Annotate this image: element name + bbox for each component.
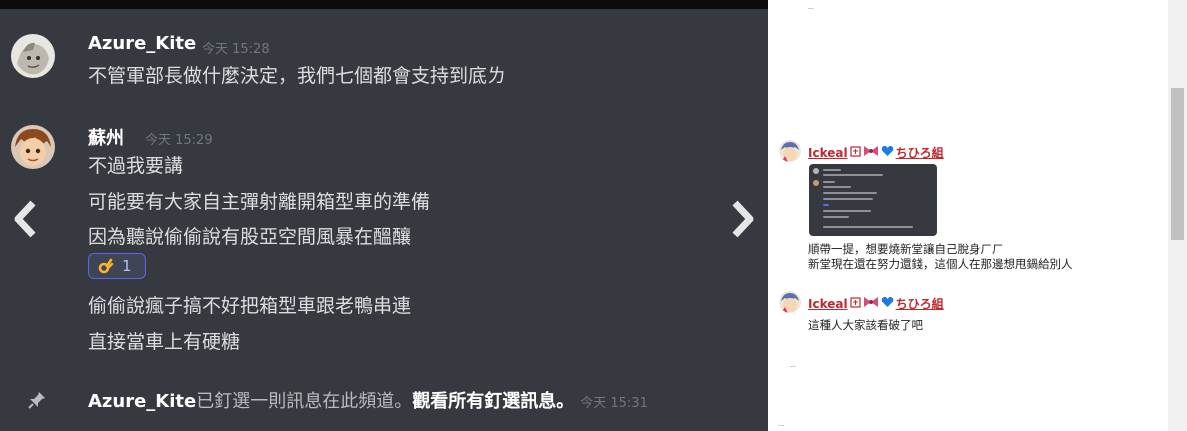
flag-emoji-icon (849, 145, 861, 160)
message-line: 直接當車上有硬糖 (88, 331, 241, 353)
avatar[interactable] (11, 125, 55, 169)
comment-group-name: ちひろ組 (895, 297, 944, 311)
ribbon-icon (863, 145, 879, 160)
scrollbar[interactable] (1168, 0, 1187, 431)
chat-top-border (0, 0, 768, 9)
comment-avatar[interactable] (779, 140, 801, 162)
attached-screenshot-thumbnail[interactable] (809, 164, 937, 236)
blue-heart-icon (881, 296, 894, 311)
message-line: 因為聽說偷偷說有股亞空間風暴在醞釀 (88, 226, 412, 248)
ribbon-icon (863, 296, 879, 311)
ok-hand-icon (98, 258, 114, 274)
previous-arrow[interactable] (10, 199, 40, 243)
divider (778, 425, 784, 426)
chevron-left-icon (10, 200, 40, 243)
comment-text: 新堂現在還在努力還錢，這個人在那邊想甩鍋給別人 (808, 257, 1073, 271)
flag-emoji-icon (849, 296, 861, 311)
chat-panel: Azure_Kite 今天 15:28 不管軍部長做什麼決定，我們七個都會支持到… (0, 0, 768, 431)
comment-avatar[interactable] (779, 291, 801, 313)
pin-notice-user[interactable]: Azure_Kite (88, 391, 196, 412)
pin-icon (27, 390, 47, 414)
pin-notice-text: 已釘選一則訊息在此頻道。 (196, 391, 413, 412)
chevron-right-icon (728, 200, 758, 243)
message-username[interactable]: 蘇州 (88, 124, 124, 150)
comment-username[interactable]: Ickeal ちひろ組 (808, 144, 944, 161)
comment-username[interactable]: Ickeal ちひろ組 (808, 295, 944, 312)
message-line: 不管軍部長做什麼決定，我們七個都會支持到底ㄌ (88, 65, 507, 87)
pin-notice-timestamp: 今天 15:31 (580, 396, 648, 411)
next-arrow[interactable] (728, 199, 758, 243)
comment-username-text: Ickeal (808, 145, 848, 160)
divider (808, 8, 814, 9)
pin-notice: Azure_Kite已釘選一則訊息在此頻道。觀看所有釘選訊息。 今天 15:31 (88, 387, 648, 413)
scrollbar-thumb[interactable] (1171, 88, 1184, 240)
comment-panel: Ickeal ちひろ組 順帶一提，想要燒新堂讓自己脫身ㄏㄏ 新堂現在還在努力還錢… (768, 0, 1187, 431)
reaction-button[interactable]: 1 (88, 253, 146, 279)
comment-text: 順帶一提，想要燒新堂讓自己脫身ㄏㄏ (808, 242, 1004, 256)
comment-group-name: ちひろ組 (895, 146, 944, 160)
message-timestamp: 今天 15:29 (145, 133, 213, 148)
comment-text: 這種人大家該看破了吧 (808, 318, 923, 332)
message-line: 偷偷說瘋子搞不好把箱型車跟老鴨串連 (88, 295, 412, 317)
avatar[interactable] (11, 34, 55, 78)
view-pinned-link[interactable]: 觀看所有釘選訊息。 (412, 391, 574, 412)
message-line: 不過我要講 (88, 155, 184, 177)
divider (790, 366, 796, 367)
comment-username-text: Ickeal (808, 296, 848, 311)
message-timestamp: 今天 15:28 (202, 42, 270, 57)
blue-heart-icon (881, 145, 894, 160)
reaction-count: 1 (122, 257, 132, 275)
message-username[interactable]: Azure_Kite (88, 33, 196, 54)
message-line: 可能要有大家自主彈射離開箱型車的準備 (88, 191, 431, 213)
